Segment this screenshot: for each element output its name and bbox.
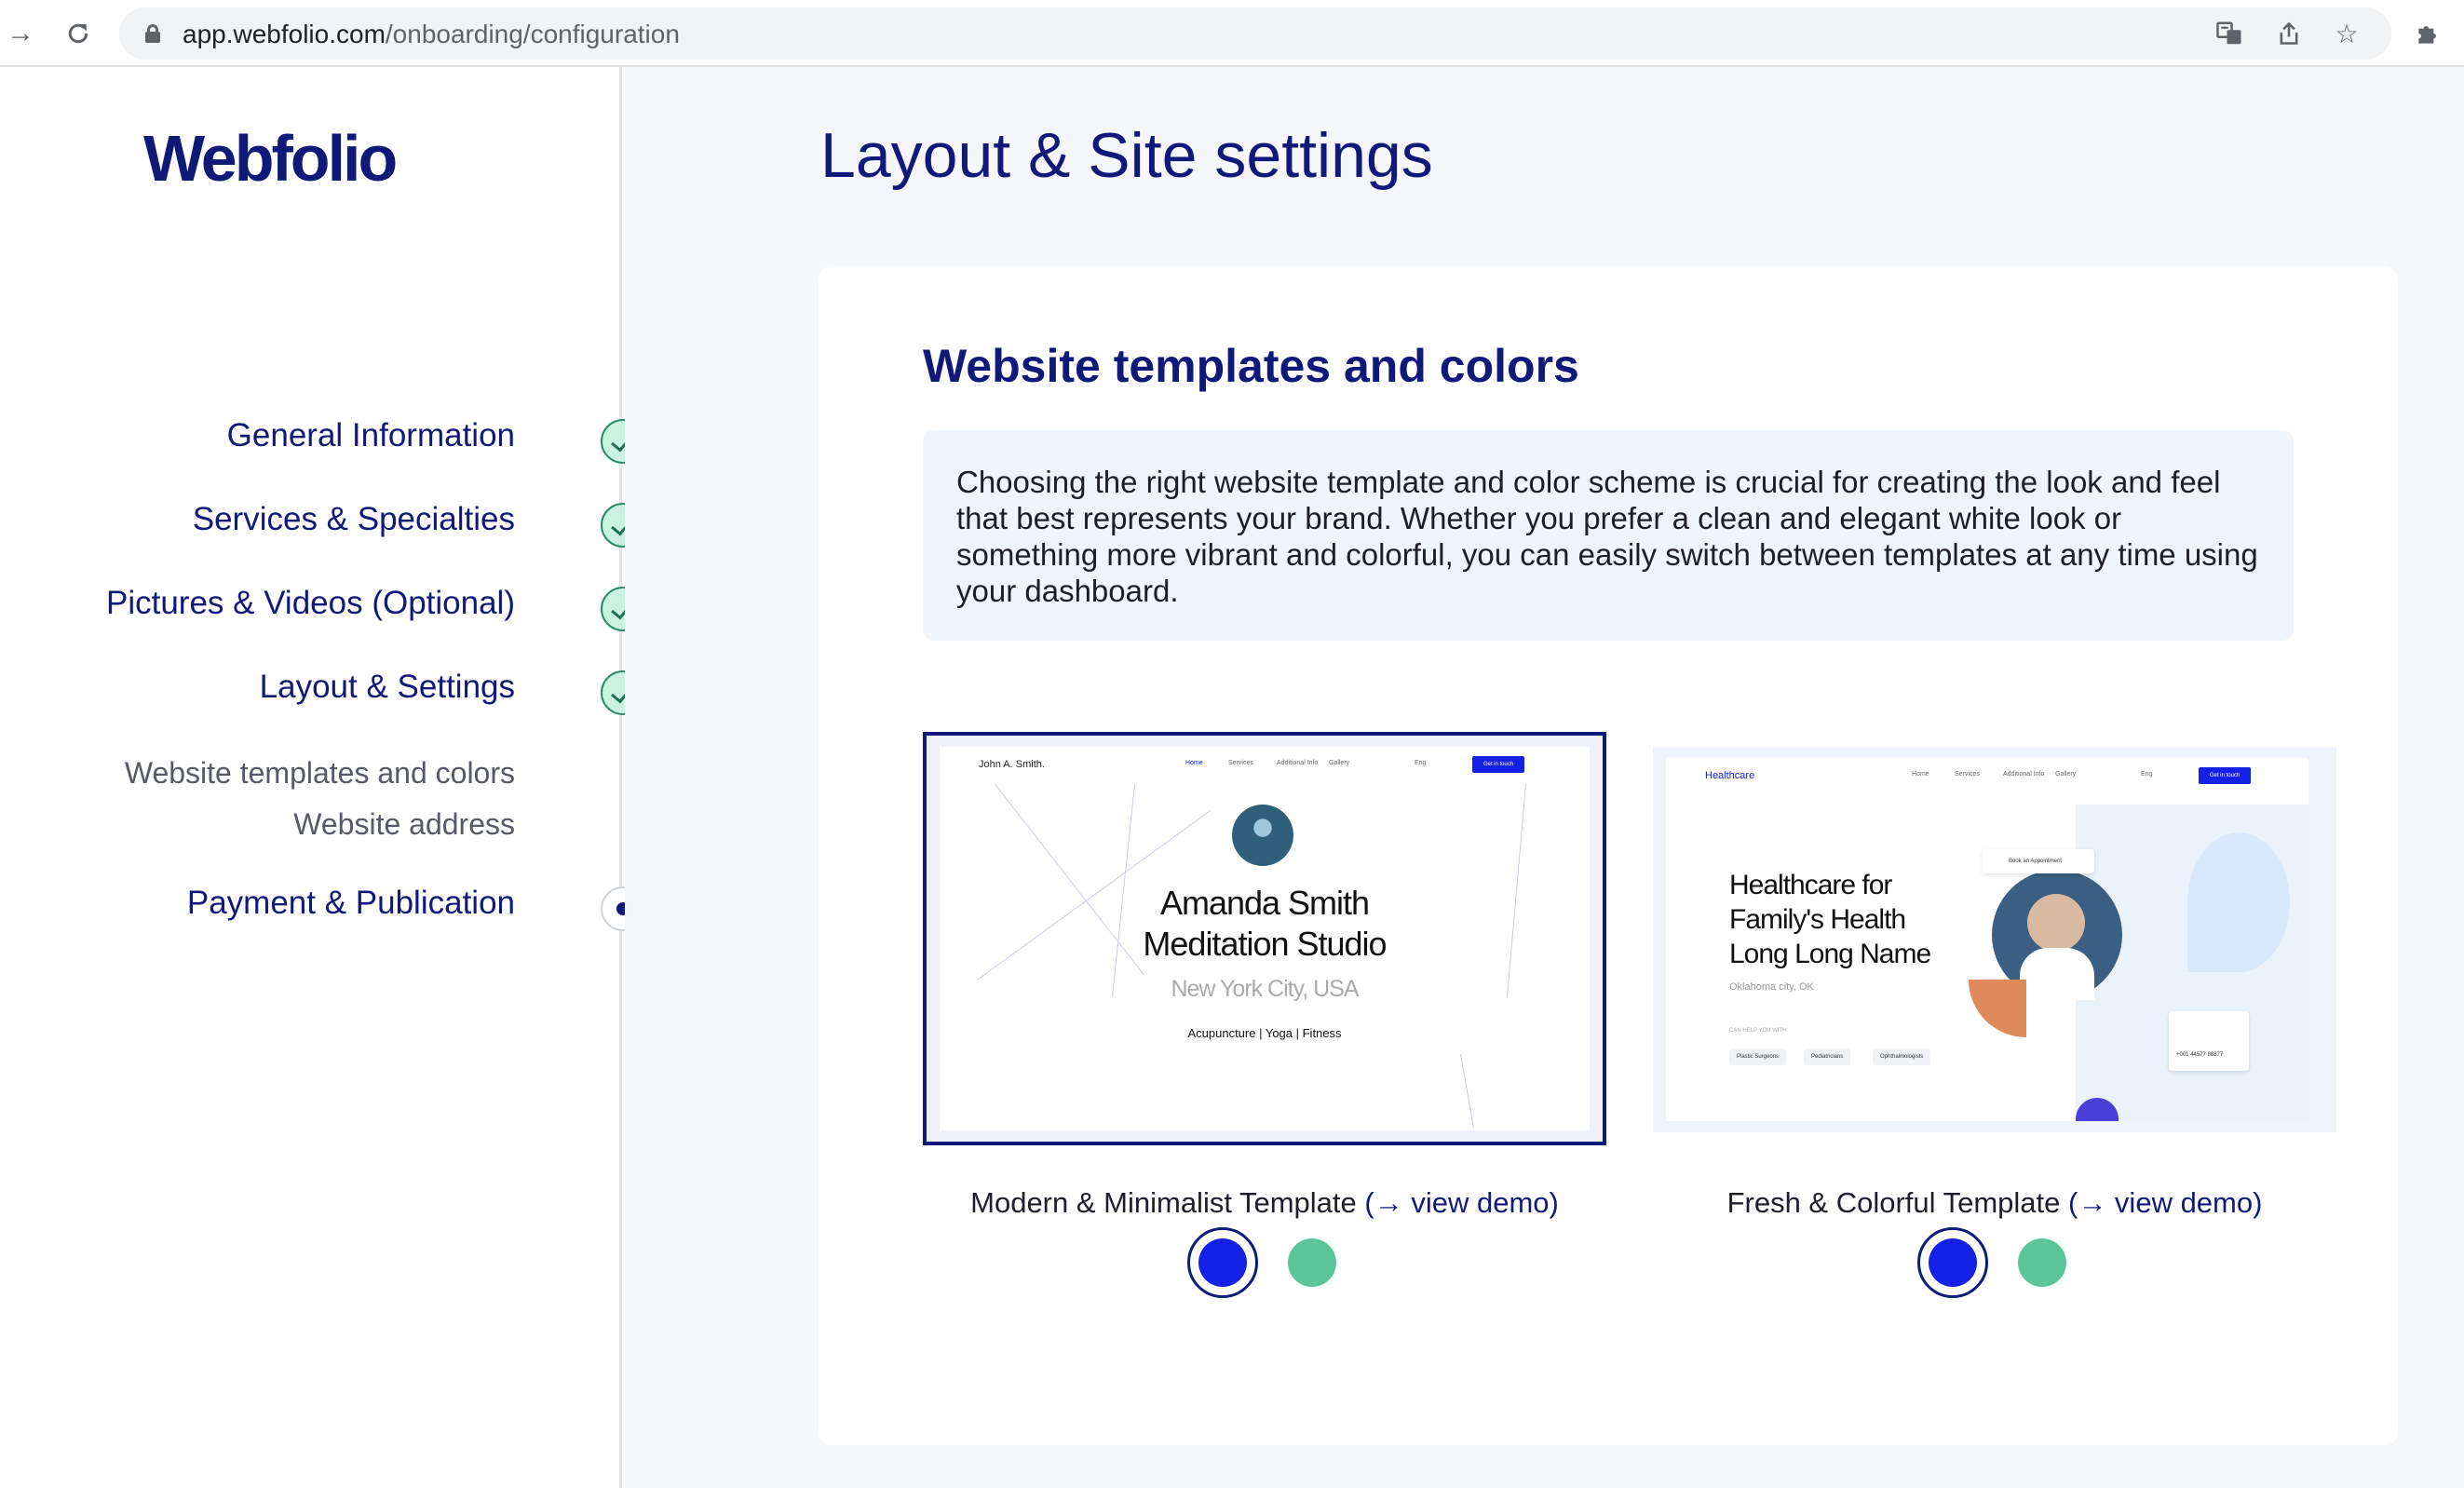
onboarding-sidebar: Webfolio General Information Services & … bbox=[0, 67, 622, 1488]
lock-icon bbox=[145, 24, 160, 43]
address-bar[interactable]: app.webfolio.com/onboarding/configuratio… bbox=[119, 7, 2391, 60]
webfolio-logo[interactable]: Webfolio bbox=[143, 121, 398, 196]
view-demo-link[interactable]: (→ view demo) bbox=[2068, 1186, 2262, 1219]
template-preview-modern[interactable]: John A. Smith. Home Services Additional … bbox=[923, 732, 1606, 1145]
step-services-specialties[interactable]: Services & Specialties bbox=[193, 501, 515, 538]
info-box: Choosing the right website template and … bbox=[923, 430, 2294, 641]
reload-icon[interactable] bbox=[58, 13, 99, 54]
template-caption: Fresh & Colorful Template (→ view demo) bbox=[1726, 1186, 2263, 1219]
step-layout-settings[interactable]: Layout & Settings bbox=[260, 669, 515, 706]
extensions-puzzle-icon[interactable] bbox=[2408, 13, 2449, 54]
step-payment-publication[interactable]: Payment & Publication bbox=[187, 885, 515, 922]
bookmark-star-icon[interactable]: ☆ bbox=[2330, 17, 2363, 50]
step-pictures-videos[interactable]: Pictures & Videos (Optional) bbox=[106, 585, 515, 622]
template-preview-colorful[interactable]: Healthcare Home Services Additional Info… bbox=[1653, 747, 2336, 1132]
page-title: Layout & Site settings bbox=[820, 120, 1433, 191]
templates-card: Website templates and colors Choosing th… bbox=[819, 266, 2398, 1445]
substep-website-address[interactable]: Website address bbox=[293, 807, 515, 842]
color-swatch-blue[interactable] bbox=[1929, 1238, 1977, 1287]
share-icon[interactable] bbox=[2272, 17, 2306, 50]
browser-toolbar: → app.webfolio.com/onboarding/configurat… bbox=[0, 0, 2464, 67]
back-arrow-icon[interactable]: → bbox=[0, 13, 41, 54]
view-demo-link[interactable]: (→ view demo) bbox=[1364, 1186, 1558, 1219]
color-swatch-blue[interactable] bbox=[1198, 1238, 1247, 1287]
template-caption: Modern & Minimalist Template (→ view dem… bbox=[970, 1186, 1559, 1219]
url-text[interactable]: app.webfolio.com/onboarding/configuratio… bbox=[183, 20, 680, 49]
color-swatch-green[interactable] bbox=[1288, 1238, 1336, 1287]
step-general-information[interactable]: General Information bbox=[227, 417, 515, 454]
preview-avatar bbox=[1232, 805, 1293, 866]
description-text: Choosing the right website template and … bbox=[956, 465, 2258, 608]
substep-website-templates[interactable]: Website templates and colors bbox=[125, 756, 515, 791]
color-swatch-green[interactable] bbox=[2018, 1238, 2066, 1287]
section-title: Website templates and colors bbox=[923, 340, 1579, 392]
translate-icon[interactable] bbox=[2213, 17, 2246, 50]
main-content: Layout & Site settings Website templates… bbox=[625, 67, 2464, 1488]
